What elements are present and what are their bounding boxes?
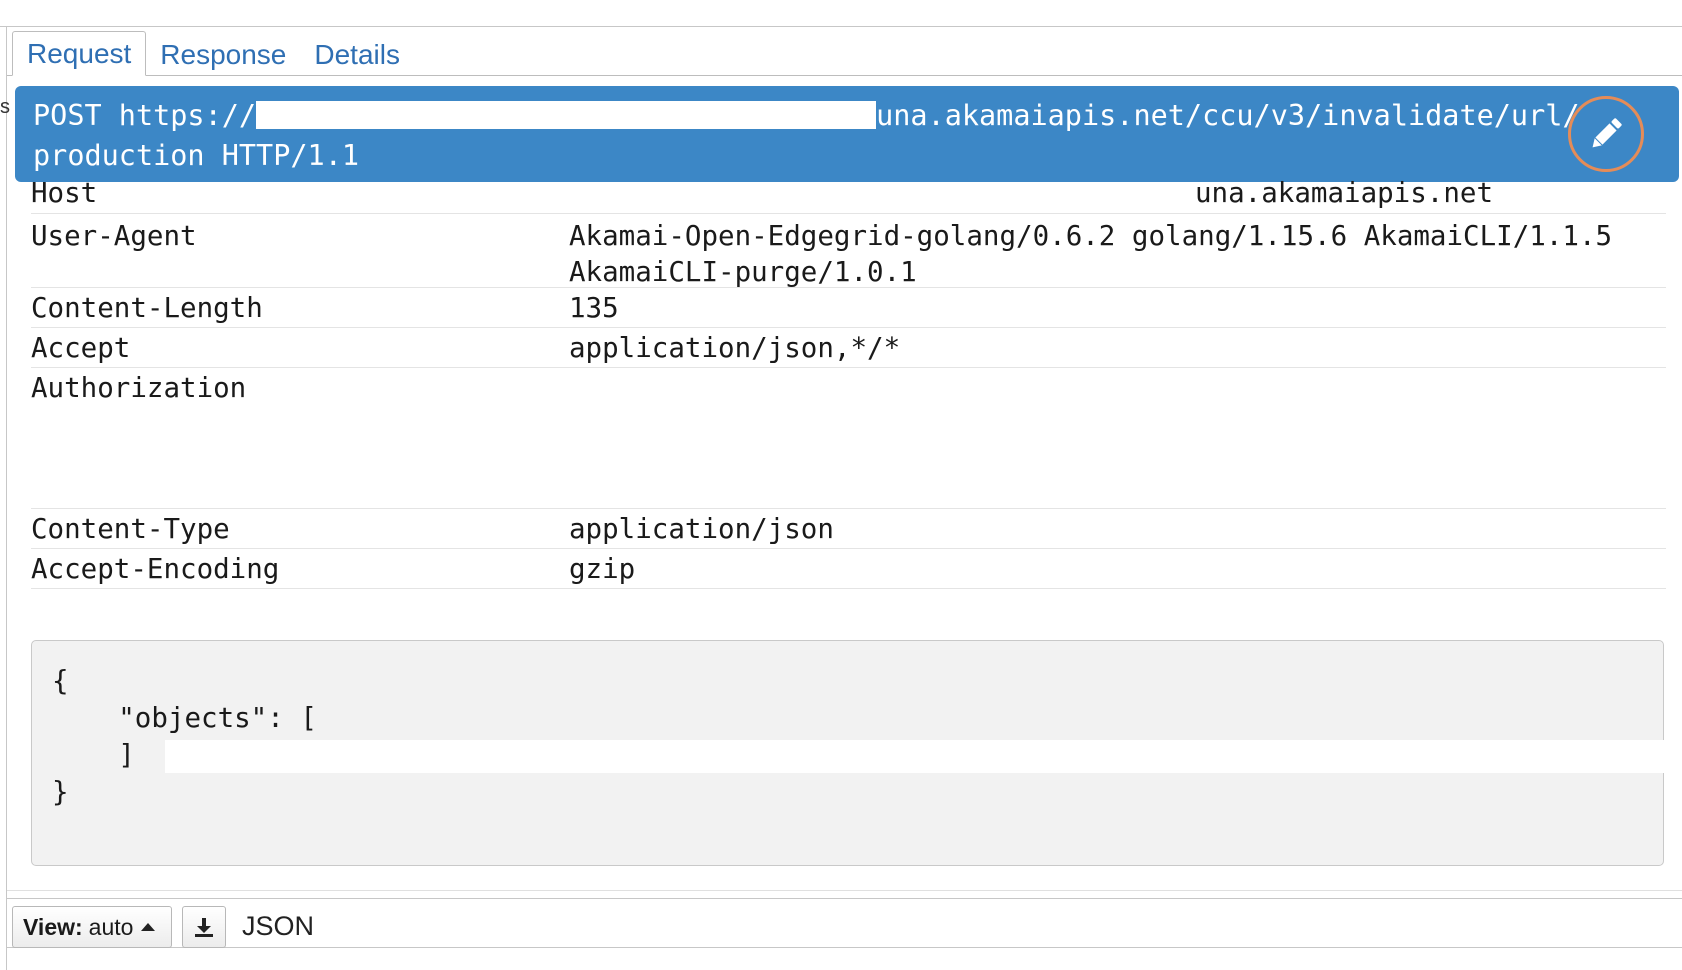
left-border: [6, 26, 7, 970]
header-value: application/json: [569, 513, 834, 545]
view-label: View:: [23, 913, 83, 940]
body-line: "objects": [: [52, 702, 317, 734]
header-name: Content-Length: [31, 292, 263, 324]
caret-up-icon: [141, 923, 156, 931]
header-value: gzip: [569, 553, 636, 585]
view-mode-button[interactable]: View: auto: [12, 906, 172, 948]
tab-details[interactable]: Details: [300, 33, 414, 76]
tab-bar: Request Response Details: [12, 31, 414, 76]
header-row-authorization: Authorization: [31, 368, 1666, 509]
header-name: Host: [31, 177, 98, 209]
header-name: Accept-Encoding: [31, 553, 280, 585]
header-name: Accept: [31, 332, 131, 364]
header-row-accept: Accept application/json,*/*: [31, 328, 1666, 368]
download-button[interactable]: [182, 906, 226, 948]
header-row-host: Host una.akamaiapis.net: [31, 177, 1666, 214]
request-method-scheme: POST https://: [33, 99, 257, 132]
top-border: [0, 26, 1682, 27]
download-icon: [195, 918, 213, 937]
tab-request[interactable]: Request: [12, 31, 147, 76]
host-value: una.akamaiapis.net: [1195, 177, 1494, 209]
header-value: 135: [569, 292, 619, 324]
header-value: una.akamaiapis.net: [569, 179, 1666, 213]
redacted-host: [256, 101, 877, 129]
header-name: User-Agent: [31, 220, 197, 252]
header-name: Authorization: [31, 372, 247, 404]
header-value: Akamai-Open-Edgegrid-golang/0.6.2 golang…: [569, 220, 1629, 288]
header-value: [569, 370, 1666, 508]
edge-fragment: s: [0, 96, 10, 118]
header-name: Content-Type: [31, 513, 230, 545]
header-row-content-type: Content-Type application/json: [31, 509, 1666, 549]
view-value: auto: [88, 913, 134, 940]
pencil-icon: [1592, 118, 1622, 148]
body-line: }: [52, 776, 69, 808]
format-label: JSON: [242, 911, 315, 941]
header-value: application/json,*/*: [569, 332, 901, 364]
header-row-content-length: Content-Length 135: [31, 288, 1666, 328]
section-divider: [7, 890, 1682, 891]
redacted-body-line: [165, 740, 1682, 773]
headers-table: Host una.akamaiapis.net User-Agent Akama…: [31, 177, 1666, 589]
request-line: POST https://una.akamaiapis.net/ccu/v3/i…: [15, 86, 1679, 182]
header-row-user-agent: User-Agent Akamai-Open-Edgegrid-golang/0…: [31, 214, 1666, 288]
tab-response[interactable]: Response: [146, 33, 300, 76]
body-line: {: [52, 665, 69, 697]
header-row-accept-encoding: Accept-Encoding gzip: [31, 549, 1666, 589]
edit-button[interactable]: [1568, 96, 1644, 172]
